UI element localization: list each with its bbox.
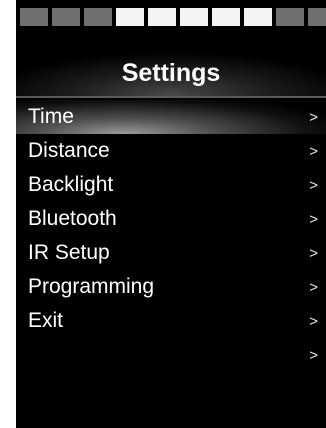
battery-level-indicator <box>20 8 326 26</box>
menu-item-exit[interactable]: Exit > <box>16 304 326 338</box>
menu-item-backlight[interactable]: Backlight > <box>16 168 326 202</box>
battery-segment <box>116 8 144 26</box>
menu-item-programming[interactable]: Programming > <box>16 270 326 304</box>
title-divider <box>16 96 326 98</box>
battery-segment <box>52 8 80 26</box>
menu-item-label: Exit <box>28 309 64 332</box>
menu-item-label: Programming <box>28 275 155 298</box>
chevron-right-icon: > <box>309 347 318 364</box>
battery-segment <box>84 8 112 26</box>
chevron-right-icon: > <box>309 313 318 330</box>
menu-item-bluetooth[interactable]: Bluetooth > <box>16 202 326 236</box>
menu-item-label: Backlight <box>28 173 114 196</box>
menu-item-label: Time <box>28 105 74 128</box>
chevron-right-icon: > <box>309 109 318 126</box>
menu-item-label: Bluetooth <box>28 207 117 230</box>
menu-item-label: IR Setup <box>28 241 110 264</box>
chevron-right-icon: > <box>309 245 318 262</box>
battery-segment <box>180 8 208 26</box>
battery-segment <box>20 8 48 26</box>
menu-item-distance[interactable]: Distance > <box>16 134 326 168</box>
chevron-right-icon: > <box>309 211 318 228</box>
menu-item-empty[interactable]: > <box>16 338 326 372</box>
battery-segment <box>308 8 326 26</box>
battery-segment <box>148 8 176 26</box>
device-screen: Settings Time > Distance > Backlight > B… <box>16 0 326 428</box>
chevron-right-icon: > <box>309 279 318 296</box>
menu-item-ir-setup[interactable]: IR Setup > <box>16 236 326 270</box>
settings-menu: Time > Distance > Backlight > Bluetooth … <box>16 100 326 372</box>
chevron-right-icon: > <box>309 143 318 160</box>
page-title: Settings <box>121 59 221 87</box>
chevron-right-icon: > <box>309 177 318 194</box>
battery-segment <box>244 8 272 26</box>
menu-item-time[interactable]: Time > <box>16 100 326 134</box>
battery-segment <box>276 8 304 26</box>
battery-segment <box>212 8 240 26</box>
menu-item-label: Distance <box>28 139 110 162</box>
